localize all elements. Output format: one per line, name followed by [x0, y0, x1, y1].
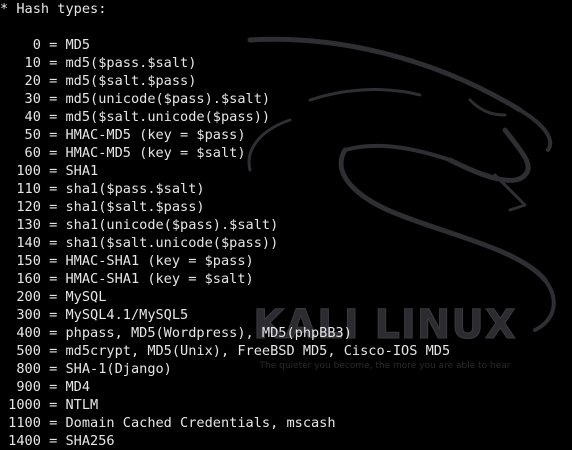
hash-type-line: 30 = md5(unicode($pass).$salt) — [0, 91, 271, 107]
terminal-output: * Hash types: 0 = MD5 10 = md5($pass.$sa… — [0, 0, 572, 450]
hash-type-line: 1100 = Domain Cached Credentials, mscash — [0, 415, 336, 431]
hash-type-line: 1000 = NTLM — [0, 397, 99, 413]
hash-type-line: 10 = md5($pass.$salt) — [0, 55, 197, 71]
hash-type-line: 40 = md5($salt.unicode($pass)) — [0, 109, 271, 125]
hash-type-line: 140 = sha1($salt.unicode($pass)) — [0, 235, 279, 251]
hash-type-line: 800 = SHA-1(Django) — [0, 361, 172, 377]
hash-type-line: 1400 = SHA256 — [0, 433, 115, 449]
hash-type-line: 0 = MD5 — [0, 37, 91, 53]
hash-type-line: 500 = md5crypt, MD5(Unix), FreeBSD MD5, … — [0, 343, 451, 359]
hash-type-line: 20 = md5($salt.$pass) — [0, 73, 197, 89]
hash-types-heading: * Hash types: — [0, 1, 107, 17]
hash-type-line: 120 = sha1($salt.$pass) — [0, 199, 205, 215]
hash-type-line: 900 = MD4 — [0, 379, 91, 395]
hash-type-line: 160 = HMAC-SHA1 (key = $salt) — [0, 271, 254, 287]
hash-type-line: 150 = HMAC-SHA1 (key = $pass) — [0, 253, 254, 269]
hash-type-line: 110 = sha1($pass.$salt) — [0, 181, 205, 197]
hash-type-line: 100 = SHA1 — [0, 163, 99, 179]
terminal-window[interactable]: KALI LINUX The quieter you become, the m… — [0, 0, 572, 450]
hash-type-line: 300 = MySQL4.1/MySQL5 — [0, 307, 189, 323]
hash-type-line: 60 = HMAC-MD5 (key = $salt) — [0, 145, 246, 161]
hash-type-line: 400 = phpass, MD5(Wordpress), MD5(phpBB3… — [0, 325, 352, 341]
hash-type-line: 200 = MySQL — [0, 289, 107, 305]
hash-type-line: 130 = sha1(unicode($pass).$salt) — [0, 217, 279, 233]
hash-type-line: 50 = HMAC-MD5 (key = $pass) — [0, 127, 246, 143]
